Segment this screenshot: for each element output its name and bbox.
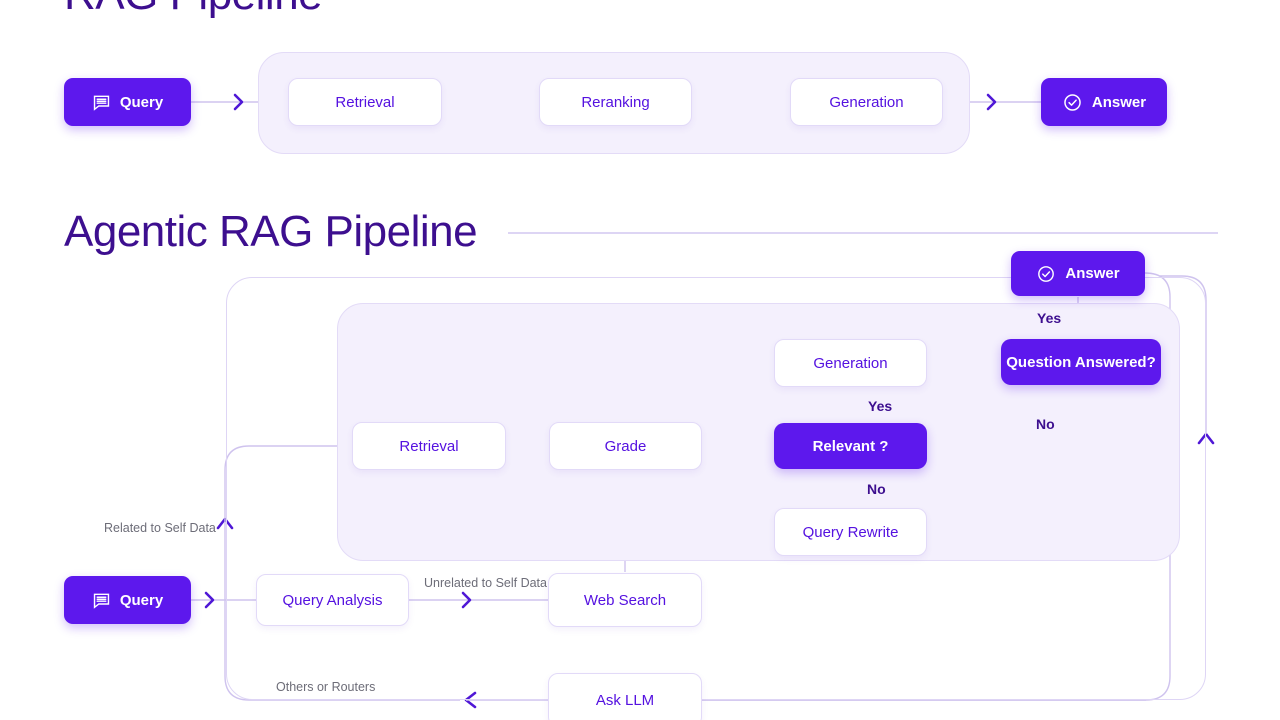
agentic-query-node[interactable]: Query <box>64 576 191 624</box>
node-retrieval-label: Retrieval <box>399 437 459 455</box>
agentic-answer-label: Answer <box>1065 265 1120 282</box>
node-relevant-decision[interactable]: Relevant ? <box>774 423 927 469</box>
node-retrieval[interactable]: Retrieval <box>352 422 506 470</box>
top-stage-generation-label: Generation <box>829 93 904 111</box>
top-answer-label: Answer <box>1091 93 1147 111</box>
chat-lines-icon <box>92 93 111 112</box>
node-question-answered-label: Question Answered? <box>1006 353 1156 371</box>
agentic-answer-node[interactable]: Answer <box>1011 251 1145 296</box>
node-query-rewrite[interactable]: Query Rewrite <box>774 508 927 556</box>
top-query-label: Query <box>119 93 164 111</box>
title-divider-rule <box>508 232 1218 234</box>
top-stage-reranking[interactable]: Reranking <box>539 78 692 126</box>
top-query-node[interactable]: Query <box>64 78 191 126</box>
check-circle-icon <box>1036 264 1056 284</box>
top-answer-node[interactable]: Answer <box>1041 78 1167 126</box>
node-generation-label: Generation <box>813 354 888 372</box>
edge-label-others-or-routers: Others or Routers <box>276 680 376 694</box>
node-web-search-label: Web Search <box>583 591 667 609</box>
top-stage-retrieval-label: Retrieval <box>335 93 395 111</box>
edge-label-related-to-self-data: Related to Self Data <box>104 521 216 535</box>
top-stage-retrieval[interactable]: Retrieval <box>288 78 442 126</box>
node-web-search[interactable]: Web Search <box>548 573 702 627</box>
edge-label-relevant-yes: Yes <box>868 398 893 414</box>
edge-label-unrelated-to-self-data: Unrelated to Self Data <box>424 576 547 590</box>
top-stage-generation[interactable]: Generation <box>790 78 943 126</box>
node-query-rewrite-label: Query Rewrite <box>802 523 899 541</box>
chat-lines-icon <box>92 591 111 610</box>
node-ask-llm-label: Ask LLM <box>595 691 655 709</box>
node-generation[interactable]: Generation <box>774 339 927 387</box>
top-stage-reranking-label: Reranking <box>581 93 650 111</box>
node-grade-label: Grade <box>604 437 647 455</box>
agentic-query-label: Query <box>119 591 164 609</box>
page-title-agentic-rag-pipeline: Agentic RAG Pipeline <box>64 207 478 256</box>
edge-label-relevant-no: No <box>867 481 886 497</box>
node-grade[interactable]: Grade <box>549 422 702 470</box>
node-relevant-label: Relevant ? <box>812 437 889 455</box>
edge-label-answered-yes: Yes <box>1037 310 1062 326</box>
check-circle-icon <box>1062 92 1083 113</box>
node-ask-llm[interactable]: Ask LLM <box>548 673 702 720</box>
node-query-analysis-label: Query Analysis <box>282 591 383 609</box>
edge-label-answered-no: No <box>1036 416 1055 432</box>
diagram-canvas: RAG Pipeline Agentic RAG Pipeline .w { f… <box>0 0 1280 720</box>
page-title-rag-pipeline: RAG Pipeline <box>64 0 323 20</box>
node-query-analysis[interactable]: Query Analysis <box>256 574 409 626</box>
node-question-answered-decision[interactable]: Question Answered? <box>1001 339 1161 385</box>
